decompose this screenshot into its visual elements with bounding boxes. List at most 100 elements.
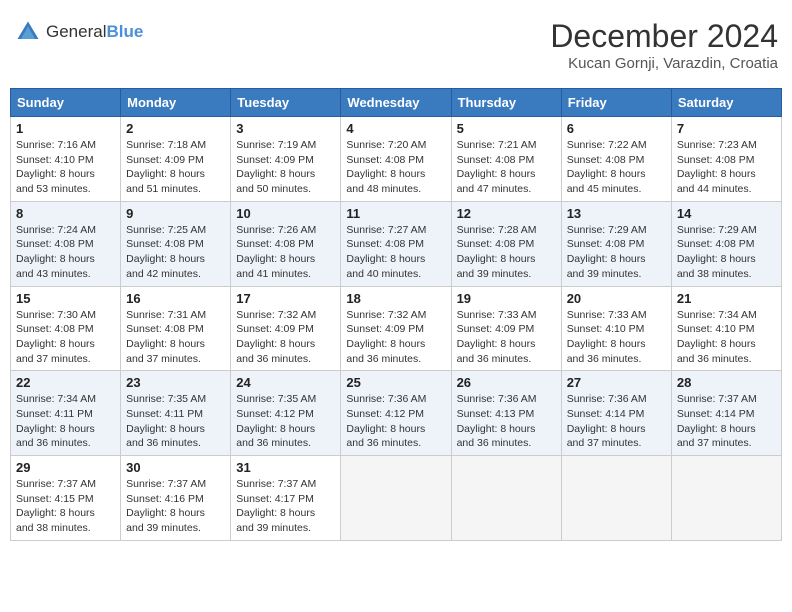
day-number: 29 xyxy=(16,460,115,475)
table-row: 17Sunrise: 7:32 AMSunset: 4:09 PMDayligh… xyxy=(231,286,341,371)
day-info: Sunrise: 7:27 AMSunset: 4:08 PMDaylight:… xyxy=(346,223,445,282)
table-row: 23 Sunrise: 7:35 AMSunset: 4:11 PMDayligh… xyxy=(121,371,231,456)
day-number: 24 xyxy=(236,375,335,390)
day-info: Sunrise: 7:34 AMSunset: 4:10 PMDaylight:… xyxy=(677,308,776,367)
table-row: 20Sunrise: 7:33 AMSunset: 4:10 PMDayligh… xyxy=(561,286,671,371)
day-info: Sunrise: 7:31 AMSunset: 4:08 PMDaylight:… xyxy=(126,308,225,367)
day-info: Sunrise: 7:25 AMSunset: 4:08 PMDaylight:… xyxy=(126,223,225,282)
day-number: 21 xyxy=(677,291,776,306)
logo: GeneralBlue xyxy=(14,18,143,46)
table-row: 24 Sunrise: 7:35 AMSunset: 4:12 PMDayligh… xyxy=(231,371,341,456)
day-number: 12 xyxy=(457,206,556,221)
day-info: Sunrise: 7:29 AMSunset: 4:08 PMDaylight:… xyxy=(567,223,666,282)
table-row: 27Sunrise: 7:36 AMSunset: 4:14 PMDayligh… xyxy=(561,371,671,456)
title-section: December 2024 Kucan Gornji, Varazdin, Cr… xyxy=(550,18,778,72)
day-number: 10 xyxy=(236,206,335,221)
day-info: Sunrise: 7:34 AMSunset: 4:11 PMDaylight:… xyxy=(16,392,115,451)
table-row: 11 Sunrise: 7:27 AMSunset: 4:08 PMDayligh… xyxy=(341,201,451,286)
table-row: 26 Sunrise: 7:36 AMSunset: 4:13 PMDayligh… xyxy=(451,371,561,456)
day-info: Sunrise: 7:24 AMSunset: 4:08 PMDaylight:… xyxy=(16,223,115,282)
logo-blue: Blue xyxy=(106,22,143,41)
day-number: 23 xyxy=(126,375,225,390)
table-row: 6Sunrise: 7:22 AMSunset: 4:08 PMDaylight… xyxy=(561,117,671,202)
day-number: 31 xyxy=(236,460,335,475)
calendar-week-row: 8 Sunrise: 7:24 AMSunset: 4:08 PMDaylight… xyxy=(11,201,782,286)
calendar-table: Sunday Monday Tuesday Wednesday Thursday… xyxy=(10,88,782,541)
table-row: 3Sunrise: 7:19 AMSunset: 4:09 PMDaylight… xyxy=(231,117,341,202)
day-number: 19 xyxy=(457,291,556,306)
day-number: 26 xyxy=(457,375,556,390)
col-wednesday: Wednesday xyxy=(341,89,451,117)
day-number: 7 xyxy=(677,121,776,136)
table-row: 10 Sunrise: 7:26 AMSunset: 4:08 PMDayligh… xyxy=(231,201,341,286)
day-info: Sunrise: 7:36 AMSunset: 4:12 PMDaylight:… xyxy=(346,392,445,451)
day-number: 28 xyxy=(677,375,776,390)
calendar-header-row: Sunday Monday Tuesday Wednesday Thursday… xyxy=(11,89,782,117)
day-info: Sunrise: 7:28 AMSunset: 4:08 PMDaylight:… xyxy=(457,223,556,282)
table-row: 7 Sunrise: 7:23 AMSunset: 4:08 PMDaylight… xyxy=(671,117,781,202)
day-info: Sunrise: 7:22 AMSunset: 4:08 PMDaylight:… xyxy=(567,138,666,197)
table-row xyxy=(341,456,451,541)
day-info: Sunrise: 7:36 AMSunset: 4:13 PMDaylight:… xyxy=(457,392,556,451)
day-info: Sunrise: 7:29 AMSunset: 4:08 PMDaylight:… xyxy=(677,223,776,282)
day-number: 25 xyxy=(346,375,445,390)
table-row: 31 Sunrise: 7:37 AMSunset: 4:17 PMDayligh… xyxy=(231,456,341,541)
table-row: 9 Sunrise: 7:25 AMSunset: 4:08 PMDaylight… xyxy=(121,201,231,286)
calendar-week-row: 15 Sunrise: 7:30 AMSunset: 4:08 PMDayligh… xyxy=(11,286,782,371)
day-number: 8 xyxy=(16,206,115,221)
day-number: 5 xyxy=(457,121,556,136)
day-number: 11 xyxy=(346,206,445,221)
day-info: Sunrise: 7:18 AMSunset: 4:09 PMDaylight:… xyxy=(126,138,225,197)
col-saturday: Saturday xyxy=(671,89,781,117)
day-number: 27 xyxy=(567,375,666,390)
table-row: 29Sunrise: 7:37 AMSunset: 4:15 PMDayligh… xyxy=(11,456,121,541)
day-info: Sunrise: 7:32 AMSunset: 4:09 PMDaylight:… xyxy=(236,308,335,367)
day-info: Sunrise: 7:37 AMSunset: 4:17 PMDaylight:… xyxy=(236,477,335,536)
table-row: 2 Sunrise: 7:18 AMSunset: 4:09 PMDaylight… xyxy=(121,117,231,202)
day-number: 4 xyxy=(346,121,445,136)
table-row xyxy=(561,456,671,541)
col-monday: Monday xyxy=(121,89,231,117)
table-row: 22 Sunrise: 7:34 AMSunset: 4:11 PMDayligh… xyxy=(11,371,121,456)
day-info: Sunrise: 7:35 AMSunset: 4:12 PMDaylight:… xyxy=(236,392,335,451)
table-row: 28Sunrise: 7:37 AMSunset: 4:14 PMDayligh… xyxy=(671,371,781,456)
logo-icon xyxy=(14,18,42,46)
col-sunday: Sunday xyxy=(11,89,121,117)
day-info: Sunrise: 7:19 AMSunset: 4:09 PMDaylight:… xyxy=(236,138,335,197)
col-tuesday: Tuesday xyxy=(231,89,341,117)
day-info: Sunrise: 7:23 AMSunset: 4:08 PMDaylight:… xyxy=(677,138,776,197)
day-number: 1 xyxy=(16,121,115,136)
day-number: 20 xyxy=(567,291,666,306)
day-number: 16 xyxy=(126,291,225,306)
calendar-week-row: 1Sunrise: 7:16 AMSunset: 4:10 PMDaylight… xyxy=(11,117,782,202)
day-info: Sunrise: 7:35 AMSunset: 4:11 PMDaylight:… xyxy=(126,392,225,451)
day-number: 14 xyxy=(677,206,776,221)
day-number: 22 xyxy=(16,375,115,390)
page-header: GeneralBlue December 2024 Kucan Gornji, … xyxy=(10,10,782,80)
logo-general: General xyxy=(46,22,106,41)
table-row: 16 Sunrise: 7:31 AMSunset: 4:08 PMDayligh… xyxy=(121,286,231,371)
table-row xyxy=(451,456,561,541)
calendar-week-row: 22 Sunrise: 7:34 AMSunset: 4:11 PMDayligh… xyxy=(11,371,782,456)
calendar-week-row: 29Sunrise: 7:37 AMSunset: 4:15 PMDayligh… xyxy=(11,456,782,541)
table-row: 13 Sunrise: 7:29 AMSunset: 4:08 PMDayligh… xyxy=(561,201,671,286)
day-info: Sunrise: 7:20 AMSunset: 4:08 PMDaylight:… xyxy=(346,138,445,197)
month-title: December 2024 xyxy=(550,18,778,55)
table-row: 14 Sunrise: 7:29 AMSunset: 4:08 PMDayligh… xyxy=(671,201,781,286)
day-number: 15 xyxy=(16,291,115,306)
day-info: Sunrise: 7:37 AMSunset: 4:16 PMDaylight:… xyxy=(126,477,225,536)
day-info: Sunrise: 7:21 AMSunset: 4:08 PMDaylight:… xyxy=(457,138,556,197)
table-row: 25 Sunrise: 7:36 AMSunset: 4:12 PMDayligh… xyxy=(341,371,451,456)
table-row: 15 Sunrise: 7:30 AMSunset: 4:08 PMDayligh… xyxy=(11,286,121,371)
day-number: 9 xyxy=(126,206,225,221)
day-info: Sunrise: 7:33 AMSunset: 4:09 PMDaylight:… xyxy=(457,308,556,367)
table-row: 30Sunrise: 7:37 AMSunset: 4:16 PMDayligh… xyxy=(121,456,231,541)
col-thursday: Thursday xyxy=(451,89,561,117)
table-row: 8 Sunrise: 7:24 AMSunset: 4:08 PMDaylight… xyxy=(11,201,121,286)
day-number: 2 xyxy=(126,121,225,136)
day-number: 13 xyxy=(567,206,666,221)
day-info: Sunrise: 7:30 AMSunset: 4:08 PMDaylight:… xyxy=(16,308,115,367)
table-row: 19 Sunrise: 7:33 AMSunset: 4:09 PMDayligh… xyxy=(451,286,561,371)
table-row: 1Sunrise: 7:16 AMSunset: 4:10 PMDaylight… xyxy=(11,117,121,202)
day-info: Sunrise: 7:26 AMSunset: 4:08 PMDaylight:… xyxy=(236,223,335,282)
